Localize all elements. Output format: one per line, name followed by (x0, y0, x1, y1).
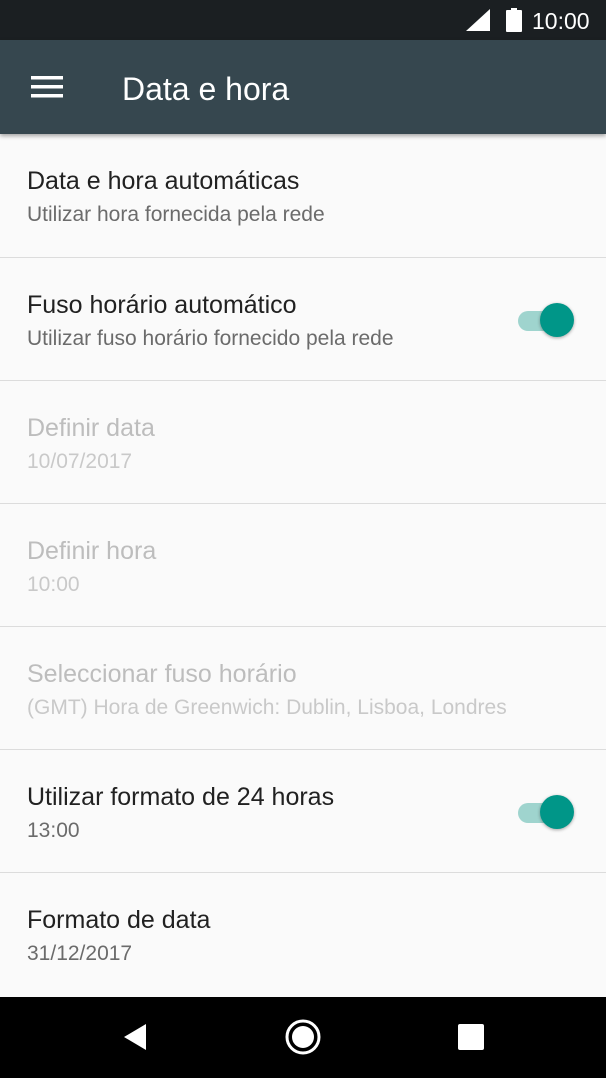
setting-title: Definir hora (27, 537, 157, 565)
battery-icon (506, 8, 522, 32)
status-clock: 10:00 (532, 8, 590, 34)
home-button[interactable] (273, 1007, 333, 1067)
app-bar: Data e hora (0, 40, 606, 134)
setting-title: Seleccionar fuso horário (27, 660, 297, 688)
toggle-thumb (540, 303, 574, 337)
setting-auto-timezone[interactable]: Fuso horário automático Utilizar fuso ho… (0, 258, 606, 381)
menu-icon (31, 76, 63, 98)
setting-title: Fuso horário automático (27, 291, 297, 319)
home-icon (285, 1019, 321, 1055)
auto-timezone-toggle[interactable] (518, 302, 576, 338)
back-button[interactable] (105, 1007, 165, 1067)
setting-auto-date-time[interactable]: Data e hora automáticas Utilizar hora fo… (0, 134, 606, 258)
page-title: Data e hora (122, 71, 290, 107)
setting-title: Data e hora automáticas (27, 167, 300, 195)
setting-set-date: Definir data 10/07/2017 (0, 381, 606, 504)
setting-subtitle: 13:00 (27, 819, 80, 842)
status-bar: 10:00 (0, 0, 606, 40)
recents-button[interactable] (441, 1007, 501, 1067)
recents-icon (458, 1024, 484, 1050)
navigation-bar (0, 997, 606, 1078)
setting-select-timezone: Seleccionar fuso horário (GMT) Hora de G… (0, 627, 606, 750)
setting-date-format[interactable]: Formato de data 31/12/2017 (0, 873, 606, 996)
setting-title: Formato de data (27, 906, 211, 934)
setting-set-time: Definir hora 10:00 (0, 504, 606, 627)
signal-icon (466, 9, 490, 31)
setting-subtitle: Utilizar hora fornecida pela rede (27, 203, 325, 226)
setting-subtitle: (GMT) Hora de Greenwich: Dublin, Lisboa,… (27, 696, 507, 719)
setting-title: Utilizar formato de 24 horas (27, 783, 335, 811)
setting-title: Definir data (27, 414, 155, 442)
menu-button[interactable] (22, 62, 72, 112)
toggle-thumb (540, 795, 574, 829)
setting-subtitle: 10:00 (27, 573, 80, 596)
back-icon (124, 1024, 146, 1050)
setting-subtitle: Utilizar fuso horário fornecido pela red… (27, 327, 394, 350)
setting-subtitle: 31/12/2017 (27, 942, 133, 965)
settings-list: Data e hora automáticas Utilizar hora fo… (0, 134, 606, 996)
setting-subtitle: 10/07/2017 (27, 450, 133, 473)
setting-24-hour-format[interactable]: Utilizar formato de 24 horas 13:00 (0, 750, 606, 873)
24-hour-toggle[interactable] (518, 794, 576, 830)
